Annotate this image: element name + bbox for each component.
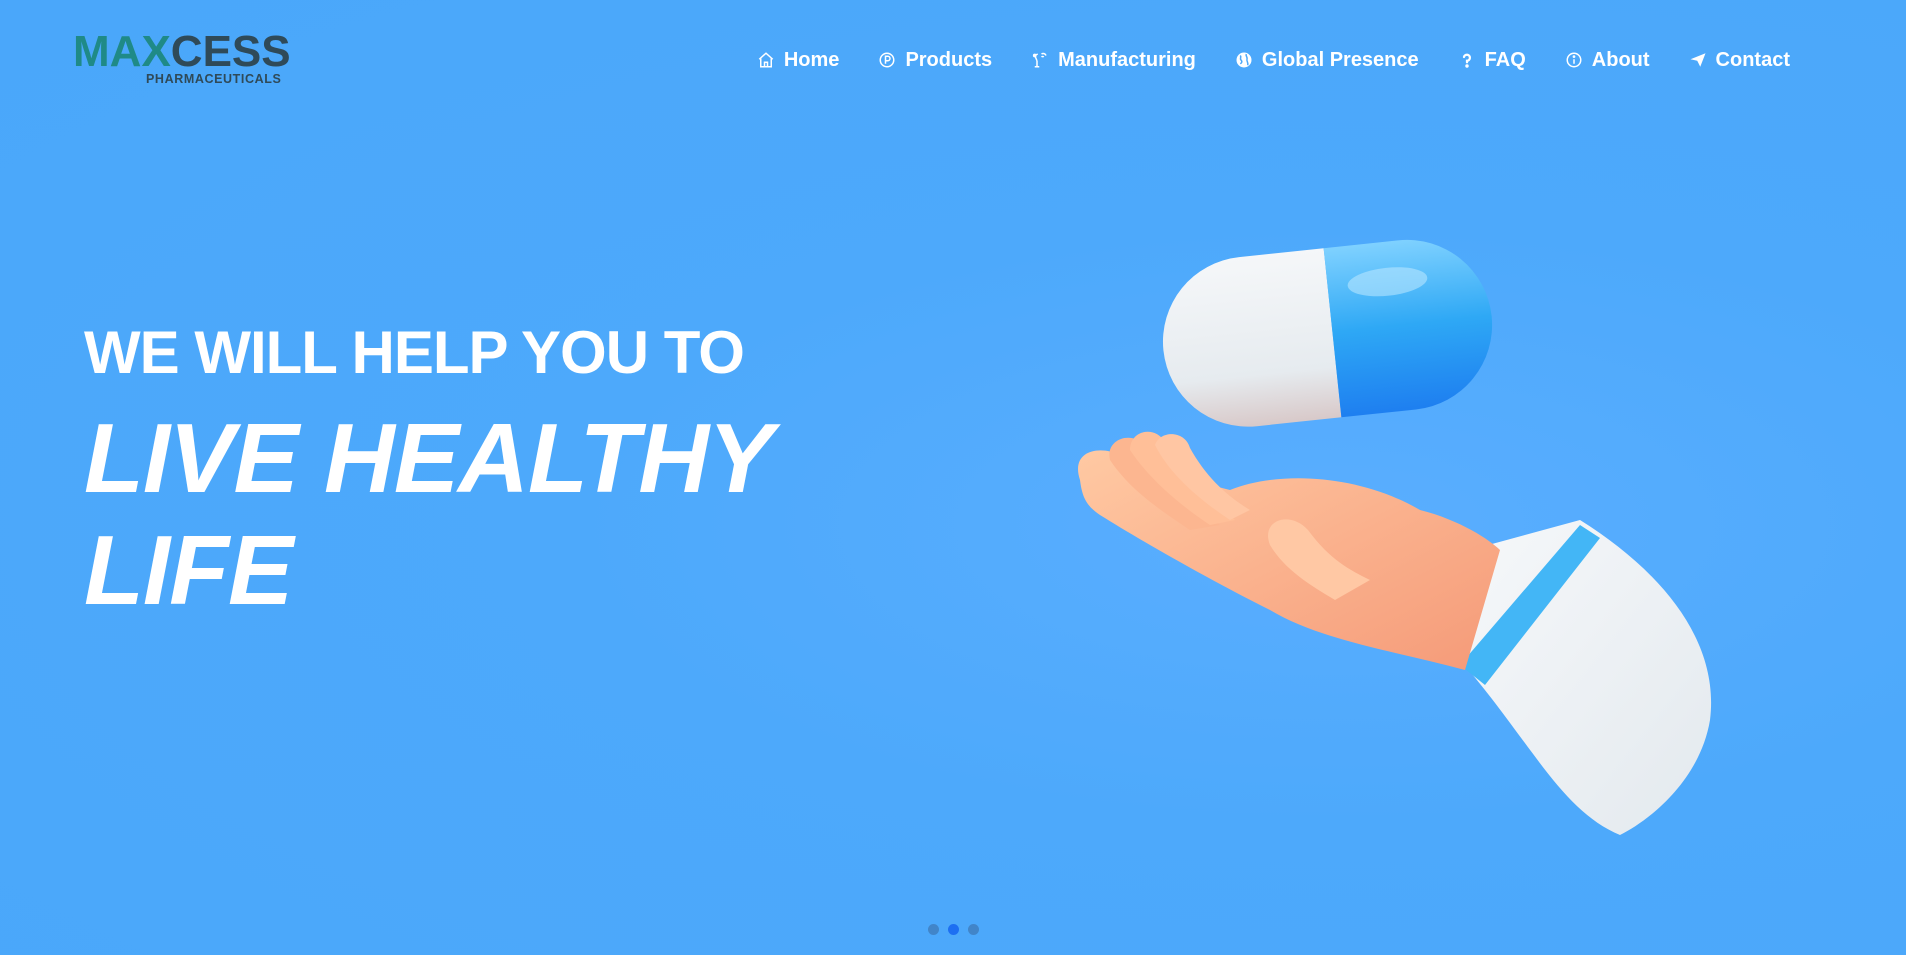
nav-item-label: Contact [1715,48,1790,71]
nav-item-label: Manufacturing [1058,48,1196,71]
globe-icon [1234,50,1254,70]
logo-wordmark: MAXCESS [73,28,291,76]
info-icon [1564,50,1584,70]
send-icon [1688,50,1708,70]
nav-item-label: Products [905,48,993,71]
logo[interactable]: MAXCESS PHARMACEUTICALS [73,28,291,88]
question-icon [1457,50,1477,70]
nav-item-manufacturing[interactable]: Manufacturing [1030,49,1196,72]
product-icon [877,50,897,70]
nav-item-label: About [1591,48,1650,71]
nav-item-label: FAQ [1484,48,1526,71]
logo-part-x: X [141,27,171,76]
hero-headline-main: LIVE HEALTHY LIFE [84,403,772,625]
carousel-dot-3[interactable] [968,924,979,935]
nav-item-label: Home [783,48,840,71]
carousel-dots [928,924,979,935]
nav-item-about[interactable]: About [1564,49,1650,72]
hand-capsule-illustration [1060,220,1840,955]
hero-section: MAXCESS PHARMACEUTICALS Home Products Ma… [0,0,1906,955]
main-nav: Home Products Manufacturing Global Prese… [756,44,1790,76]
home-icon [756,50,776,70]
manufacturing-icon [1030,50,1050,70]
logo-subtitle: PHARMACEUTICALS [146,72,282,86]
nav-item-products[interactable]: Products [877,49,992,72]
nav-item-home[interactable]: Home [756,48,840,72]
hero-headline-top: WE WILL HELP YOU TO [84,319,745,386]
carousel-dot-2[interactable] [948,924,959,935]
nav-item-global-presence[interactable]: Global Presence [1234,49,1419,72]
logo-part-cess: CESS [170,27,291,76]
logo-part-ma: MA [73,27,142,76]
carousel-dot-1[interactable] [928,924,939,935]
nav-item-label: Global Presence [1261,48,1419,71]
nav-item-faq[interactable]: FAQ [1457,49,1526,72]
nav-item-contact[interactable]: Contact [1688,49,1790,72]
